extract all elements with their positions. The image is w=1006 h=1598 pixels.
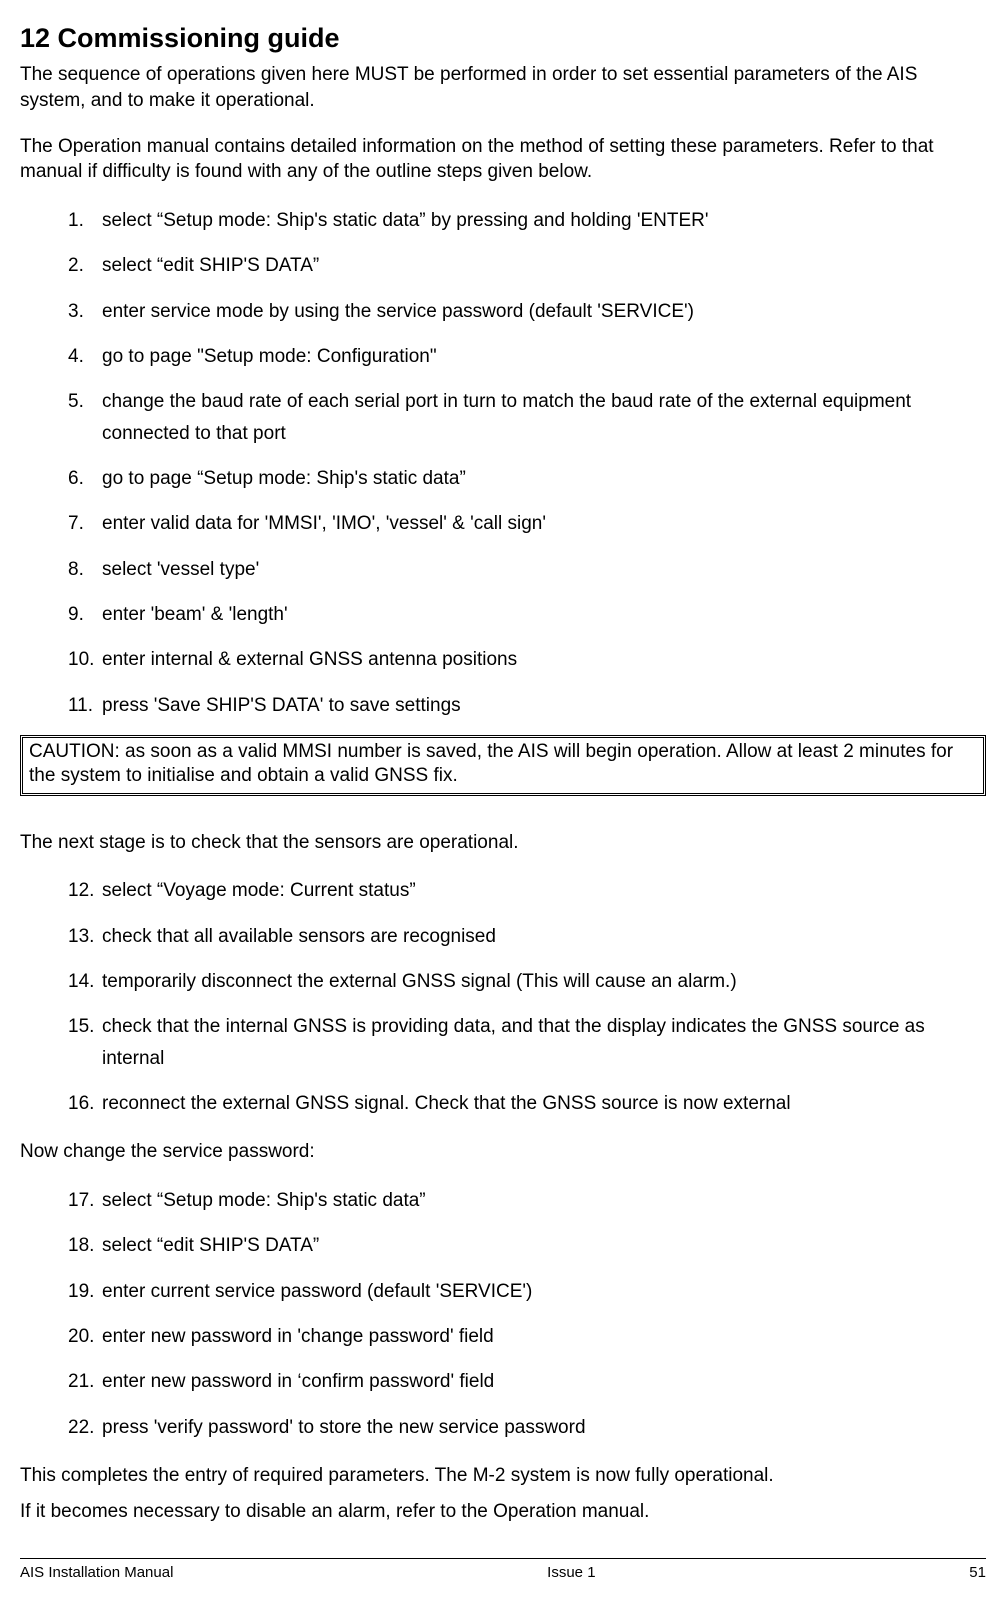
list-item: 11.press 'Save SHIP'S DATA' to save sett…: [68, 690, 986, 721]
list-item-number: 14.: [68, 966, 102, 997]
list-item: 17.select “Setup mode: Ship's static dat…: [68, 1185, 986, 1216]
list-item-number: 17.: [68, 1185, 102, 1216]
intro-paragraph-1: The sequence of operations given here MU…: [20, 62, 986, 113]
page-footer: AIS Installation Manual Issue 1 51: [20, 1558, 986, 1597]
ordered-list-1: 1.select “Setup mode: Ship's static data…: [68, 205, 986, 721]
mid-paragraph-2: Now change the service password:: [20, 1139, 986, 1165]
list-item: 1.select “Setup mode: Ship's static data…: [68, 205, 986, 236]
section-heading: 12 Commissioning guide: [20, 20, 986, 56]
list-item-number: 12.: [68, 875, 102, 906]
list-item-text: enter service mode by using the service …: [102, 296, 986, 327]
list-item-number: 16.: [68, 1088, 102, 1119]
ordered-list-3: 17.select “Setup mode: Ship's static dat…: [68, 1185, 986, 1443]
mid-paragraph-1: The next stage is to check that the sens…: [20, 830, 986, 856]
footer-right: 51: [969, 1563, 986, 1583]
footer-left: AIS Installation Manual: [20, 1563, 173, 1583]
footer-center: Issue 1: [547, 1563, 595, 1583]
list-item: 10.enter internal & external GNSS antenn…: [68, 644, 986, 675]
list-item-text: select “Voyage mode: Current status”: [102, 875, 986, 906]
list-item-text: enter valid data for 'MMSI', 'IMO', 'ves…: [102, 508, 986, 539]
list-item-text: enter new password in ‘confirm password'…: [102, 1366, 986, 1397]
list-item-text: check that all available sensors are rec…: [102, 921, 986, 952]
list-item-text: enter current service password (default …: [102, 1276, 986, 1307]
list-item: 21.enter new password in ‘confirm passwo…: [68, 1366, 986, 1397]
list-item-number: 2.: [68, 250, 102, 281]
list-item: 22.press 'verify password' to store the …: [68, 1412, 986, 1443]
list-item-number: 20.: [68, 1321, 102, 1352]
list-item-text: select 'vessel type': [102, 554, 986, 585]
list-item-text: press 'verify password' to store the new…: [102, 1412, 986, 1443]
list-item: 19.enter current service password (defau…: [68, 1276, 986, 1307]
list-item: 2.select “edit SHIP'S DATA”: [68, 250, 986, 281]
list-item: 12.select “Voyage mode: Current status”: [68, 875, 986, 906]
list-item-number: 21.: [68, 1366, 102, 1397]
list-item-number: 10.: [68, 644, 102, 675]
list-item-text: select “Setup mode: Ship's static data” …: [102, 205, 986, 236]
list-item-number: 13.: [68, 921, 102, 952]
caution-box: CAUTION: as soon as a valid MMSI number …: [20, 735, 986, 796]
list-item: 7.enter valid data for 'MMSI', 'IMO', 'v…: [68, 508, 986, 539]
list-item-text: temporarily disconnect the external GNSS…: [102, 966, 986, 997]
list-item: 3.enter service mode by using the servic…: [68, 296, 986, 327]
list-item: 6.go to page “Setup mode: Ship's static …: [68, 463, 986, 494]
list-item-number: 18.: [68, 1230, 102, 1261]
list-item-text: go to page “Setup mode: Ship's static da…: [102, 463, 986, 494]
list-item: 18.select “edit SHIP'S DATA”: [68, 1230, 986, 1261]
list-item-number: 4.: [68, 341, 102, 372]
list-item-text: select “edit SHIP'S DATA”: [102, 250, 986, 281]
list-item-text: select “Setup mode: Ship's static data”: [102, 1185, 986, 1216]
list-item-number: 3.: [68, 296, 102, 327]
intro-paragraph-2: The Operation manual contains detailed i…: [20, 134, 986, 185]
list-item-number: 1.: [68, 205, 102, 236]
list-item: 15.check that the internal GNSS is provi…: [68, 1011, 986, 1074]
list-item: 5.change the baud rate of each serial po…: [68, 386, 986, 449]
list-item-number: 22.: [68, 1412, 102, 1443]
list-item-text: enter internal & external GNSS antenna p…: [102, 644, 986, 675]
list-item: 4.go to page "Setup mode: Configuration": [68, 341, 986, 372]
list-item-number: 15.: [68, 1011, 102, 1074]
ordered-list-2: 12.select “Voyage mode: Current status”1…: [68, 875, 986, 1119]
list-item-number: 5.: [68, 386, 102, 449]
list-item: 16.reconnect the external GNSS signal. C…: [68, 1088, 986, 1119]
list-item: 14.temporarily disconnect the external G…: [68, 966, 986, 997]
list-item-number: 8.: [68, 554, 102, 585]
list-item-text: change the baud rate of each serial port…: [102, 386, 986, 449]
list-item-text: go to page "Setup mode: Configuration": [102, 341, 986, 372]
list-item: 13.check that all available sensors are …: [68, 921, 986, 952]
closing-paragraph-1: This completes the entry of required par…: [20, 1463, 986, 1489]
list-item: 20.enter new password in 'change passwor…: [68, 1321, 986, 1352]
list-item-text: enter 'beam' & 'length': [102, 599, 986, 630]
list-item-text: press 'Save SHIP'S DATA' to save setting…: [102, 690, 986, 721]
list-item-number: 19.: [68, 1276, 102, 1307]
list-item-text: enter new password in 'change password' …: [102, 1321, 986, 1352]
list-item-number: 11.: [68, 690, 102, 721]
list-item: 9.enter 'beam' & 'length': [68, 599, 986, 630]
list-item-number: 9.: [68, 599, 102, 630]
closing-paragraph-2: If it becomes necessary to disable an al…: [20, 1499, 986, 1525]
list-item-text: check that the internal GNSS is providin…: [102, 1011, 986, 1074]
list-item-number: 6.: [68, 463, 102, 494]
list-item-text: select “edit SHIP'S DATA”: [102, 1230, 986, 1261]
list-item-text: reconnect the external GNSS signal. Chec…: [102, 1088, 986, 1119]
list-item-number: 7.: [68, 508, 102, 539]
list-item: 8.select 'vessel type': [68, 554, 986, 585]
